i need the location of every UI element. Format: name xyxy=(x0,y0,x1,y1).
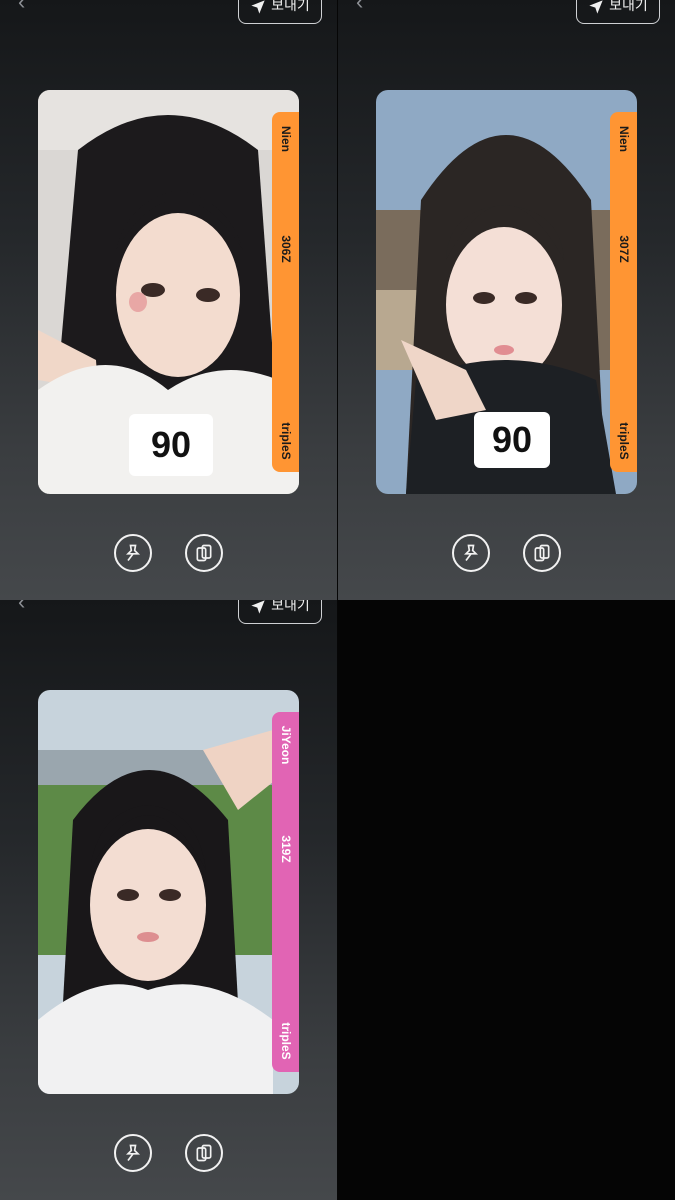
member-name: JiYeon xyxy=(278,725,293,765)
card-band: JiYeon 319Z tripleS xyxy=(272,712,299,1072)
copy-button[interactable] xyxy=(185,534,223,572)
send-button-label: 보내기 xyxy=(609,0,648,13)
objekt-card[interactable]: JiYeon 319Z tripleS xyxy=(38,690,299,1094)
copy-icon xyxy=(196,544,212,562)
score-badge: 90 xyxy=(129,414,213,476)
member-name: Nien xyxy=(616,125,631,153)
score-badge: 90 xyxy=(474,412,550,468)
send-button[interactable]: 보내기 xyxy=(238,0,322,24)
member-name: Nien xyxy=(278,125,293,153)
serial-number: 319Z xyxy=(278,835,293,863)
objekt-panel-1: ‹ 보내기 Nien 306Z tripleS 90 xyxy=(0,0,337,600)
card-band: Nien 307Z tripleS xyxy=(610,112,637,472)
objekt-panel-3: ‹ 보내기 JiYeon 319Z tripleS xyxy=(0,600,337,1200)
pin-icon xyxy=(463,544,479,561)
pin-icon xyxy=(125,544,141,561)
pin-icon xyxy=(125,1144,141,1161)
send-button-label: 보내기 xyxy=(271,0,310,13)
pin-button[interactable] xyxy=(452,534,490,572)
pin-button[interactable] xyxy=(114,1134,152,1172)
card-photo xyxy=(38,690,299,1094)
objekt-card[interactable]: Nien 306Z tripleS 90 xyxy=(38,90,299,494)
serial-number: 307Z xyxy=(616,235,631,263)
group-name: tripleS xyxy=(278,1022,293,1060)
copy-icon xyxy=(534,544,550,562)
chevron-left-icon[interactable]: ‹ xyxy=(356,0,376,13)
objekt-panel-2: ‹ 보내기 Nien 307Z tripleS 90 xyxy=(338,0,675,600)
chevron-left-icon[interactable]: ‹ xyxy=(18,0,38,13)
pin-button[interactable] xyxy=(114,534,152,572)
group-name: tripleS xyxy=(616,422,631,460)
paper-plane-icon xyxy=(251,0,265,14)
objekt-card[interactable]: Nien 307Z tripleS 90 xyxy=(376,90,637,494)
group-name: tripleS xyxy=(278,422,293,460)
serial-number: 306Z xyxy=(278,235,293,263)
paper-plane-icon xyxy=(589,0,603,14)
copy-button[interactable] xyxy=(523,534,561,572)
copy-icon xyxy=(196,1144,212,1162)
send-button[interactable]: 보내기 xyxy=(238,600,322,624)
copy-button[interactable] xyxy=(185,1134,223,1172)
chevron-left-icon[interactable]: ‹ xyxy=(18,600,38,613)
card-band: Nien 306Z tripleS xyxy=(272,112,299,472)
empty-quadrant xyxy=(338,600,675,1200)
send-button-label: 보내기 xyxy=(271,600,310,613)
send-button[interactable]: 보내기 xyxy=(576,0,660,24)
paper-plane-icon xyxy=(251,600,265,614)
